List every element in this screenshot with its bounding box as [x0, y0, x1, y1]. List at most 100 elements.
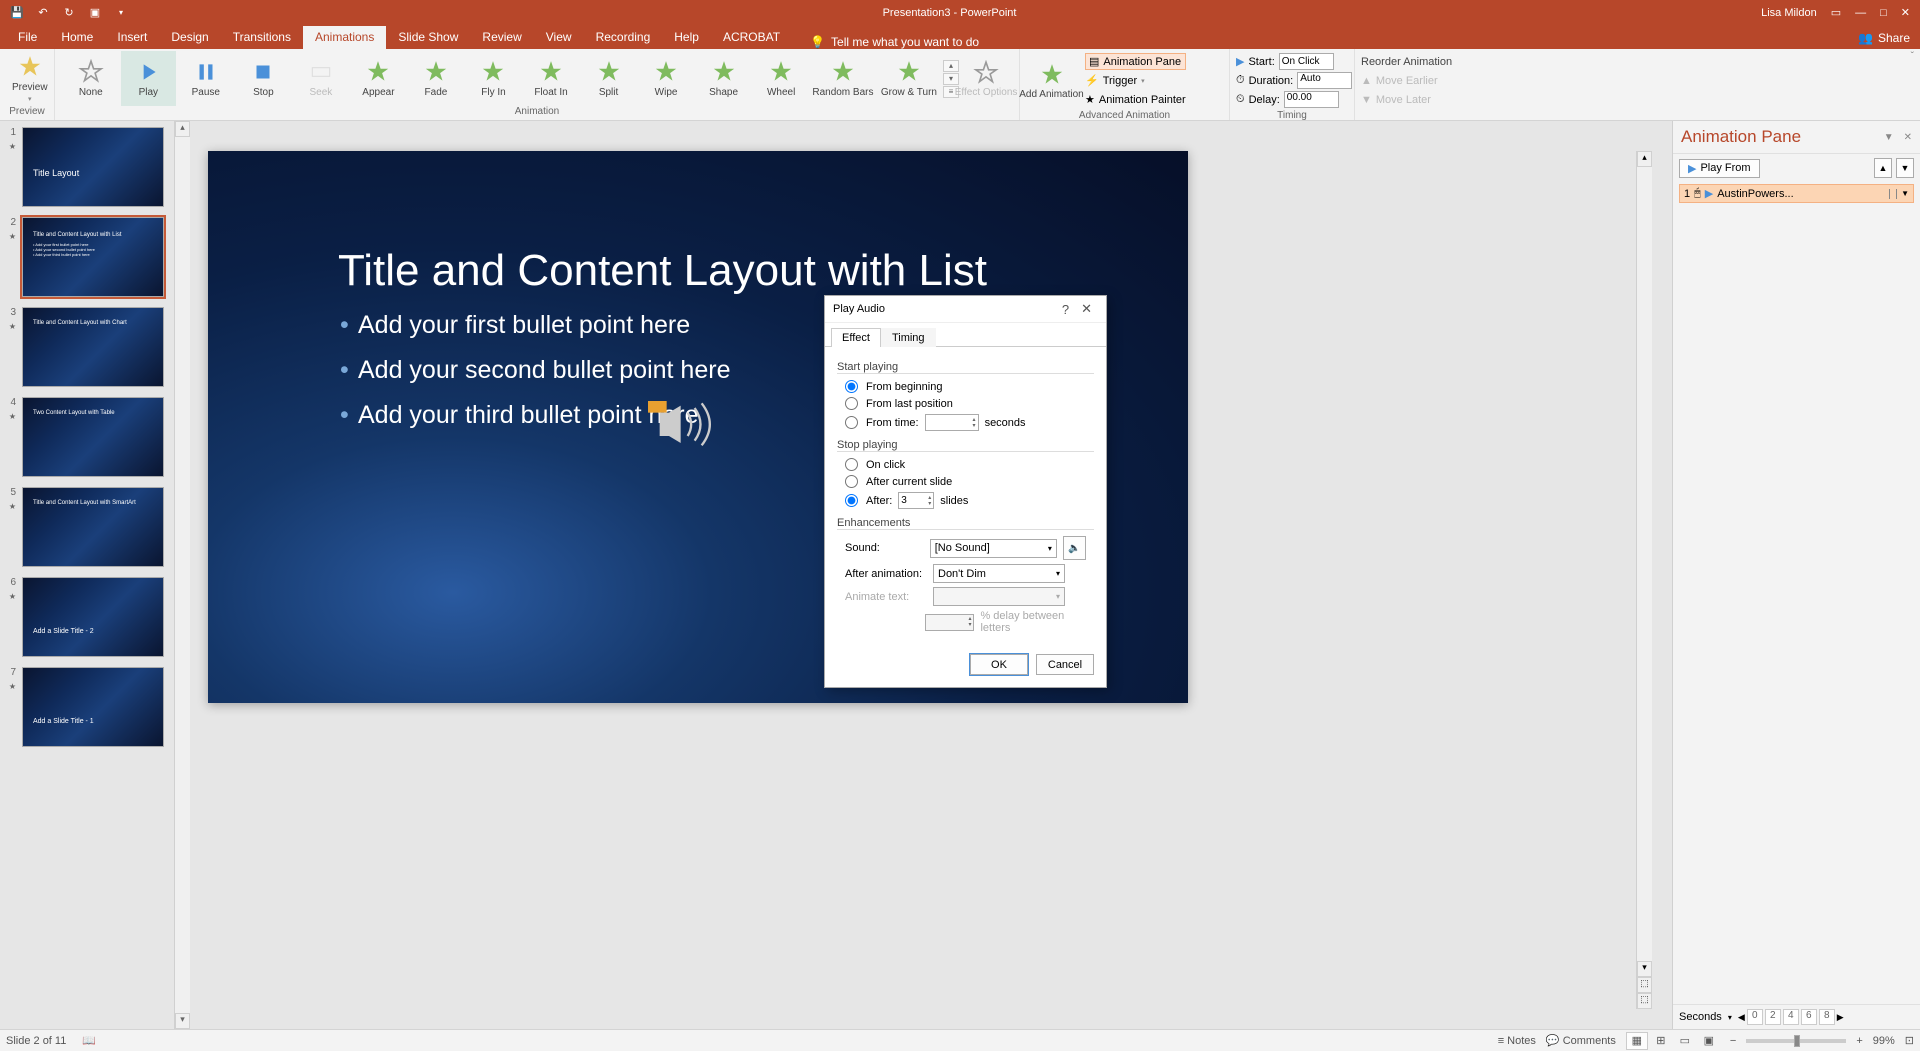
animation-pane-button[interactable]: ▤Animation Pane [1085, 53, 1186, 70]
move-up-button[interactable]: ▲ [1874, 158, 1892, 178]
reading-view-button[interactable]: ▭ [1674, 1032, 1696, 1050]
start-select[interactable]: On Click [1279, 53, 1334, 70]
anim-seek[interactable]: Seek [293, 51, 349, 106]
tab-animations[interactable]: Animations [303, 26, 386, 49]
fit-to-window-button[interactable]: ⊡ [1905, 1034, 1914, 1047]
slide-thumb-7[interactable]: 7★Add a Slide Title - 1 [4, 667, 170, 747]
ok-button[interactable]: OK [970, 654, 1028, 675]
cancel-button[interactable]: Cancel [1036, 654, 1094, 675]
tab-slideshow[interactable]: Slide Show [386, 26, 470, 49]
duration-input[interactable]: Auto [1297, 72, 1352, 89]
pane-dropdown-icon[interactable]: ▼ [1884, 132, 1894, 143]
from-last-radio[interactable] [845, 397, 858, 410]
tab-acrobat[interactable]: ACROBAT [711, 26, 792, 49]
play-from-button[interactable]: ▶Play From [1679, 159, 1760, 178]
editor-vscrollbar[interactable]: ▴▾⬚⬚ [1636, 151, 1652, 1009]
close-button[interactable]: ✕ [1901, 6, 1910, 19]
timeline-next-icon[interactable]: ▶ [1837, 1012, 1844, 1023]
slide-title-text[interactable]: Title and Content Layout with List [338, 246, 987, 296]
save-icon[interactable]: 💾 [10, 6, 24, 20]
redo-icon[interactable]: ↻ [62, 6, 76, 20]
timeline-prev-icon[interactable]: ◀ [1738, 1012, 1745, 1023]
move-down-button[interactable]: ▼ [1896, 158, 1914, 178]
start-from-beginning-icon[interactable]: ▣ [88, 6, 102, 20]
notes-button[interactable]: ≡ Notes [1498, 1035, 1536, 1047]
tab-home[interactable]: Home [49, 26, 105, 49]
anim-shape[interactable]: Shape [696, 51, 752, 106]
slide-thumb-1[interactable]: 1★Title Layout [4, 127, 170, 207]
from-time-input[interactable]: ▴▾ [925, 414, 979, 431]
tab-insert[interactable]: Insert [105, 26, 159, 49]
after-current-radio[interactable] [845, 475, 858, 488]
after-slides-input[interactable]: 3▴▾ [898, 492, 934, 509]
tab-help[interactable]: Help [662, 26, 711, 49]
dialog-tab-effect[interactable]: Effect [831, 328, 881, 347]
trigger-button[interactable]: ⚡Trigger▾ [1085, 72, 1186, 89]
add-animation-button[interactable]: Add Animation [1024, 53, 1079, 108]
collapse-ribbon-icon[interactable]: ˇ [1905, 49, 1920, 120]
audio-object[interactable] [648, 401, 718, 451]
ribbon-display-icon[interactable]: ▭ [1831, 6, 1841, 19]
qat-customize-icon[interactable]: ▾ [114, 6, 128, 20]
tab-recording[interactable]: Recording [584, 26, 663, 49]
from-beginning-radio[interactable] [845, 380, 858, 393]
after-animation-combo[interactable]: Don't Dim▾ [933, 564, 1065, 583]
slide-count-label[interactable]: Slide 2 of 11 [6, 1035, 66, 1047]
anim-none[interactable]: None [63, 51, 119, 106]
spellcheck-icon[interactable]: 📖 [82, 1034, 96, 1047]
normal-view-button[interactable]: ▦ [1626, 1032, 1648, 1050]
anim-stop[interactable]: Stop [236, 51, 292, 106]
tab-transitions[interactable]: Transitions [221, 26, 303, 49]
tab-view[interactable]: View [534, 26, 584, 49]
tell-me-search[interactable]: 💡 Tell me what you want to do [792, 35, 979, 49]
anim-pause[interactable]: Pause [178, 51, 234, 106]
after-radio[interactable] [845, 494, 858, 507]
slide-thumb-4[interactable]: 4★Two Content Layout with Table [4, 397, 170, 477]
sound-preview-button[interactable]: 🔈 [1063, 536, 1086, 560]
user-name[interactable]: Lisa Mildon [1761, 7, 1817, 19]
slideshow-view-button[interactable]: ▣ [1698, 1032, 1720, 1050]
anim-split[interactable]: Split [581, 51, 637, 106]
on-click-radio[interactable] [845, 458, 858, 471]
thumbnail-scrollbar[interactable]: ▴▾ [174, 121, 190, 1029]
slide-sorter-view-button[interactable]: ⊞ [1650, 1032, 1672, 1050]
anim-play[interactable]: Play [121, 51, 177, 106]
anim-growturn[interactable]: Grow & Turn [877, 51, 941, 106]
anim-appear[interactable]: Appear [351, 51, 407, 106]
dialog-tab-timing[interactable]: Timing [881, 328, 936, 347]
zoom-slider[interactable] [1746, 1039, 1846, 1043]
item-dropdown-icon[interactable]: ▼ [1901, 189, 1909, 198]
slide-bullet-1[interactable]: Add your first bullet point here [358, 311, 690, 340]
slide-thumb-2[interactable]: 2★Title and Content Layout with List• Ad… [4, 217, 170, 297]
anim-randombars[interactable]: Random Bars [811, 51, 875, 106]
anim-wipe[interactable]: Wipe [638, 51, 694, 106]
sound-combo[interactable]: [No Sound]▾ [930, 539, 1057, 558]
undo-icon[interactable]: ↶ [36, 6, 50, 20]
pane-close-icon[interactable]: ✕ [1904, 132, 1912, 143]
from-time-radio[interactable] [845, 416, 858, 429]
preview-button[interactable]: Preview ▾ [4, 51, 56, 106]
anim-wheel[interactable]: Wheel [753, 51, 809, 106]
zoom-level-label[interactable]: 99% [1873, 1035, 1895, 1047]
zoom-out-button[interactable]: − [1730, 1035, 1736, 1047]
animation-painter-button[interactable]: ★Animation Painter [1085, 91, 1186, 108]
move-later-button[interactable]: ▼Move Later [1361, 91, 1452, 108]
slide-thumb-5[interactable]: 5★Title and Content Layout with SmartArt [4, 487, 170, 567]
anim-floatin[interactable]: Float In [523, 51, 579, 106]
animation-list-item[interactable]: 1 🖱 ▶ AustinPowers... ▼ [1679, 184, 1914, 203]
anim-fade[interactable]: Fade [408, 51, 464, 106]
thumbnail-list[interactable]: 1★Title Layout 2★Title and Content Layou… [0, 121, 174, 1029]
anim-flyin[interactable]: Fly In [466, 51, 522, 106]
dialog-help-button[interactable]: ? [1056, 302, 1075, 317]
tab-file[interactable]: File [6, 26, 49, 49]
delay-input[interactable]: 00.00 [1284, 91, 1339, 108]
tab-design[interactable]: Design [159, 26, 220, 49]
zoom-in-button[interactable]: + [1856, 1035, 1862, 1047]
slide-thumb-3[interactable]: 3★Title and Content Layout with Chart [4, 307, 170, 387]
effect-options-button[interactable]: Effect Options [961, 51, 1011, 106]
tab-review[interactable]: Review [470, 26, 533, 49]
minimize-button[interactable]: — [1855, 7, 1866, 19]
slide-thumb-6[interactable]: 6★Add a Slide Title - 2 [4, 577, 170, 657]
slide-bullet-2[interactable]: Add your second bullet point here [358, 356, 730, 385]
share-button[interactable]: 👥 Share [1848, 27, 1920, 49]
